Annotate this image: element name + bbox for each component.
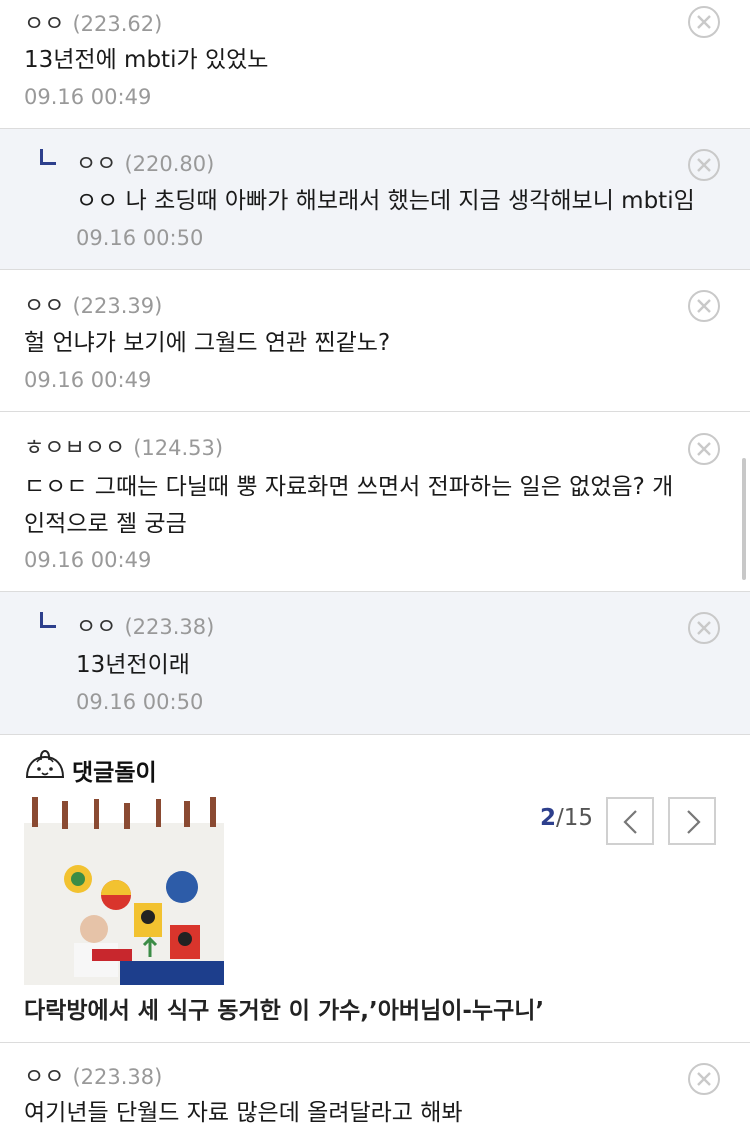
article-thumbnail[interactable] (24, 797, 224, 985)
pager-current: 2 (540, 805, 557, 831)
delete-comment-button[interactable] (688, 149, 720, 181)
comment-text: ㅇㅇ 나 초딩때 아빠가 해보래서 했는데 지금 생각해보니 mbti임 (76, 188, 695, 214)
comment-author[interactable]: ㅎㅇㅂㅇㅇ (24, 436, 125, 461)
close-icon (697, 299, 711, 313)
dolgi-pager: 2/15 (540, 805, 593, 831)
dolgi-title: 댓글돌이 (72, 760, 157, 786)
pager-total: /15 (556, 805, 594, 831)
comment-ip: (124.53) (133, 436, 224, 460)
comment-text: 13년전이래 (76, 652, 190, 678)
comment-item: ㅇㅇ (223.62) 13년전에 mbti가 있었노 09.16 00:49 (0, 0, 750, 129)
close-icon (697, 621, 711, 635)
comment-author[interactable]: ㅇㅇ (24, 294, 64, 319)
scrollbar-thumb[interactable] (742, 458, 746, 580)
comment-item: ㅇㅇ (223.38) 여기년들 단월드 자료 많은데 올려달라고 해봐 (0, 1043, 750, 1140)
delete-comment-button[interactable] (688, 612, 720, 644)
comment-author-line: ㅇㅇ (223.38) (24, 1059, 162, 1091)
chevron-left-icon (623, 810, 637, 834)
comment-date: 09.16 00:49 (24, 85, 152, 109)
comment-author[interactable]: ㅇㅇ (24, 12, 64, 37)
comment-item: ㅎㅇㅂㅇㅇ (124.53) ㄷㅇㄷ 그때는 다닐때 뿡 자료화면 쓰면서 전파하… (0, 412, 750, 592)
comment-text-line-2: 인적으로 젤 궁금 (24, 511, 187, 537)
article-headline[interactable]: 다락방에서 세 식구 동거한 이 가수,’아버님이-누구니’ (24, 991, 544, 1025)
comment-author-line: ㅇㅇ (223.39) (24, 288, 162, 320)
reply-comment-item: ㅇㅇ (223.38) 13년전이래 09.16 00:50 (0, 592, 750, 735)
reply-arrow-icon (40, 149, 56, 165)
comment-item: ㅇㅇ (223.39) 헐 언냐가 보기에 그월드 연관 찐같노? 09.16 0… (0, 270, 750, 412)
delete-comment-button[interactable] (688, 290, 720, 322)
next-button[interactable] (668, 797, 716, 845)
comment-author[interactable]: ㅇㅇ (76, 615, 116, 640)
comment-author-line: ㅇㅇ (220.80) (76, 146, 214, 178)
comment-author[interactable]: ㅇㅇ (76, 152, 116, 177)
comment-ip: (223.38) (72, 1065, 163, 1089)
comment-author-line: ㅎㅇㅂㅇㅇ (124.53) (24, 430, 223, 462)
delete-comment-button[interactable] (688, 433, 720, 465)
reply-arrow-icon (40, 612, 56, 628)
close-icon (697, 1072, 711, 1086)
reply-comment-item: ㅇㅇ (220.80) ㅇㅇ 나 초딩때 아빠가 해보래서 했는데 지금 생각해보… (0, 129, 750, 270)
prev-button[interactable] (606, 797, 654, 845)
close-icon (697, 442, 711, 456)
comment-text: 여기년들 단월드 자료 많은데 올려달라고 해봐 (24, 1100, 463, 1126)
comment-ip: (223.62) (72, 12, 163, 36)
delete-comment-button[interactable] (688, 6, 720, 38)
comment-text: 13년전에 mbti가 있었노 (24, 47, 269, 73)
comment-date: 09.16 00:49 (24, 548, 152, 572)
comment-author-line: ㅇㅇ (223.38) (76, 609, 214, 641)
comment-ip: (220.80) (124, 152, 215, 176)
delete-comment-button[interactable] (688, 1063, 720, 1095)
close-icon (697, 158, 711, 172)
comment-text-line-1: ㄷㅇㄷ 그때는 다닐때 뿡 자료화면 쓰면서 전파하는 일은 없었음? 개 (24, 474, 674, 500)
close-icon (697, 15, 711, 29)
comment-text: 헐 언냐가 보기에 그월드 연관 찐같노? (24, 330, 391, 356)
comment-ip: (223.38) (124, 615, 215, 639)
comment-author-line: ㅇㅇ (223.62) (24, 6, 162, 38)
comment-date: 09.16 00:49 (24, 368, 152, 392)
dumpling-mascot-icon (25, 749, 65, 778)
comment-date: 09.16 00:50 (76, 690, 204, 714)
article-thumbnail-image (24, 797, 224, 985)
chevron-right-icon (687, 810, 701, 834)
comment-author[interactable]: ㅇㅇ (24, 1065, 64, 1090)
comment-dolgi-section: 댓글돌이 2/15 다락방에서 세 식구 동거한 이 가수,’아버님이-누구니’ (0, 735, 750, 1043)
comment-date: 09.16 00:50 (76, 226, 204, 250)
comment-ip: (223.39) (72, 294, 163, 318)
